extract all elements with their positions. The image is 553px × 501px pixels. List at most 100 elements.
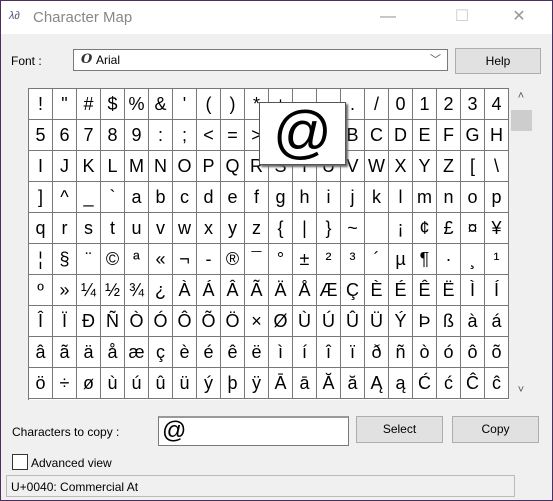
character-cell[interactable]: ú xyxy=(125,368,149,399)
character-cell[interactable]: Y xyxy=(413,151,437,182)
character-cell[interactable]: 1 xyxy=(413,89,437,120)
character-cell[interactable]: [ xyxy=(461,151,485,182)
character-cell[interactable]: Í xyxy=(485,275,509,306)
character-cell[interactable]: ð xyxy=(365,337,389,368)
character-cell[interactable]: Ą xyxy=(365,368,389,399)
character-cell[interactable]: ® xyxy=(221,244,245,275)
minimize-button[interactable]: — xyxy=(365,1,411,34)
character-cell[interactable]: ë xyxy=(245,337,269,368)
character-cell[interactable]: < xyxy=(197,120,221,151)
character-cell[interactable]: K xyxy=(77,151,101,182)
character-cell[interactable]: H xyxy=(485,120,509,151)
character-cell[interactable]: Ö xyxy=(221,306,245,337)
character-cell[interactable]: ³ xyxy=(341,244,365,275)
scroll-thumb[interactable] xyxy=(511,110,532,131)
character-cell[interactable]: q xyxy=(29,213,53,244)
character-cell[interactable]: z xyxy=(245,213,269,244)
character-cell[interactable]: y xyxy=(221,213,245,244)
character-cell[interactable]: 2 xyxy=(437,89,461,120)
character-cell[interactable]: ý xyxy=(197,368,221,399)
character-cell[interactable]: w xyxy=(173,213,197,244)
character-cell[interactable]: p xyxy=(485,182,509,213)
character-cell[interactable]: ° xyxy=(269,244,293,275)
character-cell[interactable]: å xyxy=(101,337,125,368)
character-cell[interactable]: & xyxy=(149,89,173,120)
character-cell[interactable]: ò xyxy=(413,337,437,368)
character-cell[interactable]: P xyxy=(197,151,221,182)
character-cell[interactable]: c xyxy=(173,182,197,213)
character-cell[interactable]: ` xyxy=(101,182,125,213)
character-cell[interactable]: Ü xyxy=(365,306,389,337)
character-cell[interactable]: ´ xyxy=(365,244,389,275)
character-cell[interactable]: £ xyxy=(437,213,461,244)
character-cell[interactable]: À xyxy=(173,275,197,306)
character-cell[interactable]: Ä xyxy=(269,275,293,306)
character-cell[interactable]: ¬ xyxy=(173,244,197,275)
character-cell[interactable]: 8 xyxy=(101,120,125,151)
character-cell[interactable]: É xyxy=(389,275,413,306)
character-cell[interactable]: Ò xyxy=(125,306,149,337)
character-cell[interactable]: C xyxy=(365,120,389,151)
character-cell[interactable]: ù xyxy=(101,368,125,399)
character-cell[interactable]: ½ xyxy=(101,275,125,306)
character-cell[interactable]: { xyxy=(269,213,293,244)
character-cell[interactable]: ă xyxy=(341,368,365,399)
character-cell[interactable]: ¥ xyxy=(485,213,509,244)
character-cell[interactable]: t xyxy=(101,213,125,244)
character-cell[interactable]: E xyxy=(413,120,437,151)
character-cell[interactable]: ć xyxy=(437,368,461,399)
character-cell[interactable]: ¤ xyxy=(461,213,485,244)
character-cell[interactable]: ~ xyxy=(341,213,365,244)
character-cell[interactable]: o xyxy=(461,182,485,213)
character-cell[interactable]: ¸ xyxy=(461,244,485,275)
character-cell[interactable]: 6 xyxy=(53,120,77,151)
close-button[interactable]: ✕ xyxy=(496,1,542,34)
character-cell[interactable]: « xyxy=(149,244,173,275)
character-cell[interactable]: Ñ xyxy=(101,306,125,337)
character-cell[interactable]: k xyxy=(365,182,389,213)
help-button[interactable]: Help xyxy=(455,48,541,74)
character-cell[interactable]: ï xyxy=(341,337,365,368)
character-cell[interactable]: ÿ xyxy=(245,368,269,399)
character-cell[interactable]: F xyxy=(437,120,461,151)
character-cell[interactable]: ( xyxy=(197,89,221,120)
character-cell[interactable]: Ø xyxy=(269,306,293,337)
character-cell[interactable]: 7 xyxy=(77,120,101,151)
character-cell[interactable]: v xyxy=(149,213,173,244)
character-cell[interactable]: õ xyxy=(485,337,509,368)
copy-button[interactable]: Copy xyxy=(452,416,539,443)
character-cell[interactable]: b xyxy=(149,182,173,213)
character-cell[interactable]: · xyxy=(437,244,461,275)
character-cell[interactable]: X xyxy=(389,151,413,182)
character-cell[interactable]: \ xyxy=(485,151,509,182)
character-cell[interactable]: µ xyxy=(389,244,413,275)
character-cell[interactable]: d xyxy=(197,182,221,213)
character-cell[interactable]: þ xyxy=(221,368,245,399)
character-cell[interactable]: ! xyxy=(29,89,53,120)
character-cell[interactable]: N xyxy=(149,151,173,182)
character-cell[interactable]: © xyxy=(101,244,125,275)
character-cell[interactable]: Ā xyxy=(269,368,293,399)
character-cell[interactable]: í xyxy=(293,337,317,368)
character-cell[interactable]: j xyxy=(341,182,365,213)
character-cell[interactable]: a xyxy=(125,182,149,213)
scroll-up-icon[interactable]: ˄ xyxy=(509,90,533,102)
character-cell[interactable]: ç xyxy=(149,337,173,368)
character-cell[interactable]: ¿ xyxy=(149,275,173,306)
character-cell[interactable]: Ù xyxy=(293,306,317,337)
character-cell[interactable]: Ç xyxy=(341,275,365,306)
character-cell[interactable]: Q xyxy=(221,151,245,182)
character-cell[interactable]: Ó xyxy=(149,306,173,337)
character-cell[interactable]: ĉ xyxy=(485,368,509,399)
character-cell[interactable]: _ xyxy=(77,182,101,213)
character-cell[interactable]: ñ xyxy=(389,337,413,368)
advanced-view-checkbox[interactable] xyxy=(12,454,28,470)
character-cell[interactable]: i xyxy=(317,182,341,213)
character-cell[interactable]: ÷ xyxy=(53,368,77,399)
character-cell[interactable]: ^ xyxy=(53,182,77,213)
character-cell[interactable]: " xyxy=(53,89,77,120)
character-cell[interactable]: = xyxy=(221,120,245,151)
character-cell[interactable]: é xyxy=(197,337,221,368)
character-cell[interactable]: n xyxy=(437,182,461,213)
character-cell[interactable]: × xyxy=(245,306,269,337)
